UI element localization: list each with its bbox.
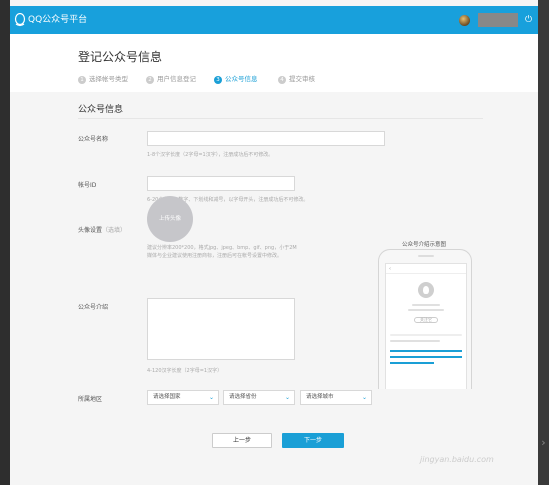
- intro-textarea[interactable]: [147, 298, 295, 360]
- avatar-hint-1: 建议分辨率200*200，格式jpg、jpeg、bmp、gif、png，小于2M: [147, 245, 297, 251]
- name-hint: 1-8个汉字长度（2字母=1汉字），注册成功后不可修改。: [147, 152, 274, 158]
- logout-icon[interactable]: ⏻: [525, 15, 535, 25]
- chevron-down-icon: ⌄: [361, 394, 367, 401]
- qq-logo-icon: [14, 13, 26, 27]
- browser-window: QQ公众号平台 ⏻ 登记公众号信息 1 选择帐号类型 2 用户信息登记 3 公众号信息…: [10, 0, 538, 485]
- step-4: 4 提交审核: [278, 74, 315, 85]
- back-icon: ‹: [386, 264, 466, 274]
- phone-preview: ‹ 关注它: [378, 249, 472, 389]
- prev-button[interactable]: 上一步: [212, 433, 272, 448]
- name-label: 公众号名称: [78, 136, 109, 143]
- city-select[interactable]: 请选择城市 ⌄: [300, 390, 372, 405]
- app-title[interactable]: QQ公众号平台: [28, 13, 87, 27]
- page-title: 登记公众号信息: [78, 50, 163, 64]
- section-title: 公众号信息: [78, 105, 124, 115]
- chevron-down-icon: ⌄: [208, 394, 214, 401]
- intro-label: 公众号介绍: [78, 304, 109, 311]
- upload-avatar-button[interactable]: 上传头像: [147, 196, 193, 242]
- watermark: jingyan.baidu.com: [420, 455, 494, 464]
- next-button[interactable]: 下一步: [282, 433, 344, 448]
- step-2: 2 用户信息登记: [146, 74, 196, 85]
- step-1: 1 选择帐号类型: [78, 74, 128, 85]
- preview-follow-button: 关注它: [414, 317, 438, 323]
- form-area: 公众号信息 公众号名称 1-8个汉字长度（2字母=1汉字），注册成功后不可修改。…: [10, 92, 538, 485]
- step-3-active: 3 公众号信息: [214, 74, 258, 85]
- name-input[interactable]: [147, 131, 385, 146]
- avatar-label: 头像设置（选填）: [78, 227, 127, 234]
- preview-avatar-icon: [418, 282, 434, 298]
- desktop-background-right: [538, 0, 549, 485]
- country-select[interactable]: 请选择国家 ⌄: [147, 390, 219, 405]
- account-id-input[interactable]: [147, 176, 295, 191]
- region-label: 所属地区: [78, 396, 103, 403]
- top-bar: QQ公众号平台 ⏻: [10, 6, 538, 34]
- username-box[interactable]: [478, 13, 518, 27]
- avatar-hint-2: 媒体与企业建议使用注册商标，注册后可在帐号设置中修改。: [147, 253, 283, 259]
- account-id-label: 帐号ID: [78, 182, 97, 189]
- preview-title: 公众号介绍示意图: [402, 242, 447, 248]
- desktop-background-left: [0, 0, 10, 485]
- right-arrow-icon[interactable]: ›: [539, 432, 548, 454]
- user-avatar[interactable]: [459, 15, 470, 26]
- divider: [78, 118, 483, 119]
- chevron-down-icon: ⌄: [284, 394, 290, 401]
- province-select[interactable]: 请选择省份 ⌄: [223, 390, 295, 405]
- intro-hint: 4-120汉字长度（2字母=1汉字）: [147, 368, 223, 374]
- main-panel: 登记公众号信息 1 选择帐号类型 2 用户信息登记 3 公众号信息 4 提交审核 公众号…: [10, 34, 538, 485]
